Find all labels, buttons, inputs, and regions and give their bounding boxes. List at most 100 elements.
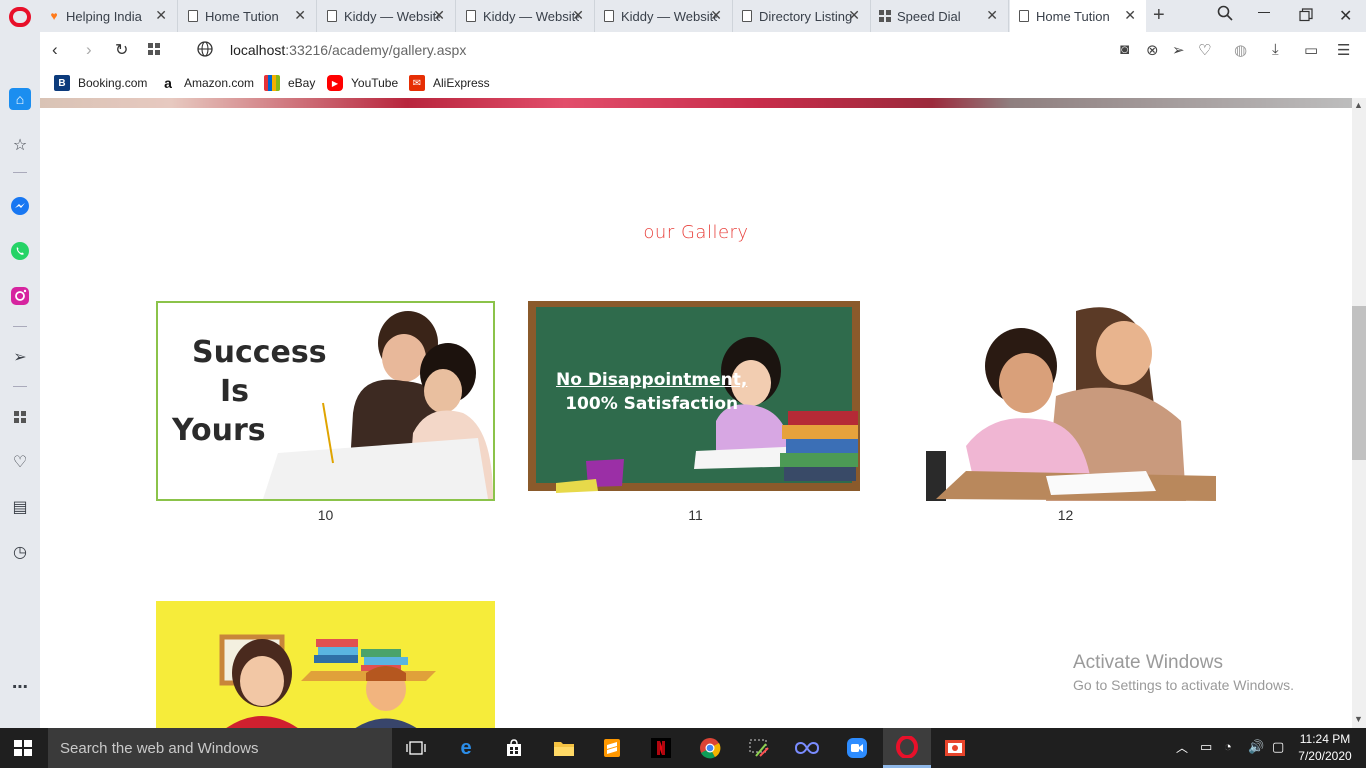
clock-icon[interactable]: ◷: [9, 541, 31, 563]
edge-icon[interactable]: e: [454, 736, 478, 760]
tab-kiddy-2[interactable]: Kiddy — Website ✕: [457, 0, 595, 32]
presentation-app-icon[interactable]: [943, 736, 967, 760]
close-icon[interactable]: ✕: [848, 7, 860, 24]
tab-helping-india[interactable]: ♥ Helping India ✕: [40, 0, 178, 32]
scrollbar-thumb[interactable]: [1352, 306, 1366, 460]
gallery-image-satisfaction[interactable]: No Disappointment, 100% Satisfaction: [526, 301, 865, 501]
restore-icon[interactable]: [1299, 8, 1313, 27]
bookmark-youtube[interactable]: ▶ YouTube: [327, 75, 398, 91]
close-icon[interactable]: ✕: [294, 7, 306, 24]
camera-icon[interactable]: ◙: [1120, 41, 1129, 58]
gallery-item[interactable]: No Disappointment, 100% Satisfaction 11: [526, 301, 865, 523]
whatsapp-icon[interactable]: [9, 240, 31, 262]
bookmark-aliexpress[interactable]: ✉ AliExpress: [409, 75, 490, 91]
start-windows-icon[interactable]: [14, 740, 32, 756]
volume-icon[interactable]: 🔊: [1248, 739, 1264, 755]
store-icon[interactable]: [502, 736, 526, 760]
opera-logo-icon[interactable]: [9, 7, 31, 27]
tab-home-tution-active[interactable]: Home Tution ✕: [1010, 0, 1146, 32]
messenger-icon[interactable]: [9, 195, 31, 217]
search-tabs-icon[interactable]: [1217, 5, 1233, 26]
apps-icon[interactable]: [9, 406, 31, 428]
tab-kiddy-1[interactable]: Kiddy — Website ✕: [318, 0, 456, 32]
zoom-icon[interactable]: [845, 736, 869, 760]
vpn-icon[interactable]: ◍: [1234, 41, 1247, 59]
gallery-image-success[interactable]: Success Is Yours: [156, 301, 495, 501]
file-explorer-icon[interactable]: [552, 736, 576, 760]
tab-speed-dial[interactable]: Speed Dial ✕: [871, 0, 1009, 32]
minimize-icon[interactable]: [1258, 12, 1270, 13]
bookmark-heart-icon[interactable]: ♡: [1198, 41, 1211, 59]
history-list-icon[interactable]: ▤: [9, 496, 31, 518]
heart-icon[interactable]: ♡: [9, 451, 31, 473]
send-flow-icon[interactable]: ➢: [9, 346, 31, 368]
chevron-up-icon[interactable]: ︿: [1176, 739, 1188, 756]
gallery-image-tutor[interactable]: [896, 301, 1235, 501]
more-icon[interactable]: ⋯: [9, 676, 31, 698]
opera-taskbar-icon[interactable]: [883, 728, 931, 768]
scroll-up-icon[interactable]: ▲: [1354, 100, 1363, 110]
sublime-icon[interactable]: [600, 736, 624, 760]
send-icon[interactable]: ➢: [1172, 41, 1185, 59]
close-icon[interactable]: ✕: [433, 7, 445, 24]
url-host: localhost: [230, 42, 286, 58]
sidebar-divider: [13, 172, 27, 173]
gallery-image-cartoon[interactable]: [156, 601, 495, 728]
speed-dial-icon[interactable]: [148, 43, 160, 55]
netflix-icon[interactable]: [649, 736, 673, 760]
url-field[interactable]: localhost:33216/academy/gallery.aspx: [230, 42, 466, 58]
close-window-icon[interactable]: ✕: [1339, 6, 1352, 26]
reload-icon[interactable]: ↻: [115, 40, 128, 60]
easy-setup-icon[interactable]: ☰: [1337, 41, 1350, 59]
close-icon[interactable]: ✕: [710, 7, 722, 24]
address-bar: ‹ › ↻ localhost:33216/academy/gallery.as…: [40, 32, 1366, 68]
gallery-item[interactable]: Success Is Yours 10: [156, 301, 495, 523]
forward-icon[interactable]: ›: [86, 40, 92, 60]
battery-icon[interactable]: ▭: [1304, 41, 1318, 59]
taskbar-clock[interactable]: 11:24 PM 7/20/2020: [1294, 731, 1356, 765]
back-icon[interactable]: ‹: [52, 40, 58, 60]
scroll-down-icon[interactable]: ▼: [1354, 714, 1363, 724]
doc-icon: [1018, 10, 1030, 22]
snipping-tool-icon[interactable]: [747, 736, 771, 760]
vertical-scrollbar[interactable]: ▲ ▼: [1352, 98, 1366, 728]
wifi-icon[interactable]: ◔: [1224, 739, 1232, 754]
instagram-icon[interactable]: [9, 285, 31, 307]
gallery-item[interactable]: 12: [896, 301, 1235, 523]
grid-icon: [879, 10, 891, 22]
doc-icon: [603, 10, 615, 22]
chrome-icon[interactable]: [698, 736, 722, 760]
tab-home-tution[interactable]: Home Tution ✕: [179, 0, 317, 32]
tab-kiddy-3[interactable]: Kiddy — Website ✕: [595, 0, 733, 32]
gallery-item[interactable]: [156, 601, 495, 728]
bookmark-label: YouTube: [351, 76, 399, 90]
doc-icon: [465, 10, 477, 22]
close-icon[interactable]: ✕: [155, 7, 167, 24]
bookmark-ebay[interactable]: eBay: [264, 75, 315, 91]
aliexpress-icon: ✉: [409, 75, 425, 91]
clock-date: 7/20/2020: [1298, 749, 1352, 763]
star-icon[interactable]: ☆: [9, 134, 31, 156]
notifications-icon[interactable]: ▢: [1272, 739, 1284, 755]
infinity-app-icon[interactable]: [795, 736, 819, 760]
task-view-icon[interactable]: [404, 736, 428, 760]
bookmark-label: eBay: [288, 76, 316, 90]
bookmark-booking[interactable]: B Booking.com: [54, 75, 147, 91]
download-icon[interactable]: ⤓: [1272, 41, 1279, 58]
tab-directory-listing[interactable]: Directory Listing ✕: [733, 0, 871, 32]
close-icon[interactable]: ✕: [572, 7, 584, 24]
battery-icon[interactable]: ▭: [1200, 739, 1212, 755]
image-text-line: Yours: [172, 413, 266, 448]
globe-icon[interactable]: [197, 41, 213, 61]
url-path: :33216/academy/gallery.aspx: [285, 42, 467, 58]
doc-icon: [326, 10, 338, 22]
home-icon[interactable]: ⌂: [9, 88, 31, 110]
image-text-line: Is: [220, 374, 250, 409]
close-icon[interactable]: ✕: [986, 7, 998, 24]
adblock-icon[interactable]: ⊗: [1146, 41, 1159, 59]
page-content: our Gallery Success Is Yours 10 No Disap…: [40, 98, 1352, 728]
taskbar-search-box[interactable]: Search the web and Windows: [48, 728, 392, 768]
new-tab-icon[interactable]: +: [1153, 4, 1165, 27]
bookmark-amazon[interactable]: a Amazon.com: [160, 75, 254, 91]
close-icon[interactable]: ✕: [1124, 7, 1136, 24]
